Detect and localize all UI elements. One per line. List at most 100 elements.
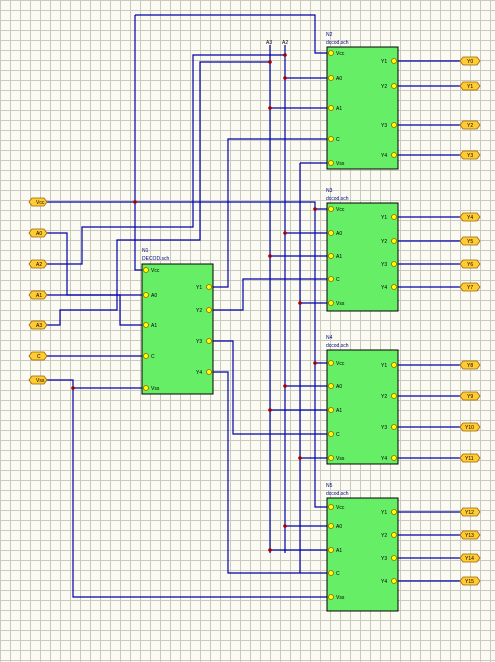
schematic-canvas: A3 A2 Vcc A0 A2 A1 A3 C Vss N1 DECOD.sch…: [28, 14, 481, 612]
output-port[interactable]: Y7: [459, 282, 481, 292]
pin-dot: [391, 362, 397, 368]
output-port[interactable]: Y9: [459, 391, 481, 401]
pin-dot: [206, 338, 212, 344]
pin-dot: [391, 509, 397, 515]
pin-label: Y4: [381, 456, 387, 462]
output-port[interactable]: Y4: [459, 212, 481, 222]
block-n2[interactable]: N2 dccod.sch Vcc A0 A1 C Vss Y1 Y2 Y3 Y4: [326, 32, 399, 170]
pin-dot: [328, 407, 334, 413]
pin-dot: [328, 570, 334, 576]
pin-dot: [391, 214, 397, 220]
input-port-a0[interactable]: A0: [28, 228, 48, 238]
output-port-label: Y9: [467, 394, 473, 400]
output-port-label: Y8: [467, 363, 473, 369]
pin-dot: [391, 555, 397, 561]
pin-dot: [328, 594, 334, 600]
output-port[interactable]: Y8: [459, 360, 481, 370]
junction-dot: [298, 301, 302, 305]
pin-label: A1: [336, 106, 342, 112]
output-port[interactable]: Y14: [459, 553, 481, 563]
pin-label: Vcc: [151, 268, 160, 274]
pin-dot: [328, 431, 334, 437]
pin-label: A1: [336, 548, 342, 554]
pin-dot: [391, 532, 397, 538]
input-port-vss[interactable]: Vss: [28, 375, 48, 385]
block-ref: N4: [326, 335, 333, 341]
output-ports: Y0 Y1 Y2 Y3 Y4 Y5 Y6 Y7 Y8 Y9 Y10 Y11 Y1…: [459, 56, 481, 586]
pin-label: Vcc: [336, 505, 345, 511]
junction-dot: [268, 60, 272, 64]
junction-dot: [268, 548, 272, 552]
pin-dot: [328, 105, 334, 111]
pin-label: Y1: [381, 363, 387, 369]
block-n4[interactable]: N4 dccod.sch Vcc A0 A1 C Vss Y1 Y2 Y3 Y4: [326, 335, 399, 465]
output-port[interactable]: Y11: [459, 453, 481, 463]
block-n3[interactable]: N3 dccod.sch Vcc A0 A1 C Vss Y1 Y2 Y3 Y4: [326, 188, 399, 312]
pin-dot: [328, 136, 334, 142]
output-port[interactable]: Y3: [459, 150, 481, 160]
input-port-a1[interactable]: A1: [28, 290, 48, 300]
pin-label: A0: [336, 384, 342, 390]
output-port[interactable]: Y6: [459, 259, 481, 269]
pin-dot: [328, 504, 334, 510]
pin-dot: [328, 253, 334, 259]
input-port-c[interactable]: C: [28, 351, 48, 361]
junction-dot: [133, 200, 137, 204]
pin-dot: [328, 547, 334, 553]
pin-label: Y4: [196, 370, 202, 376]
block-ref: N2: [326, 32, 333, 38]
output-port-label: Y5: [467, 239, 473, 245]
pin-dot: [391, 58, 397, 64]
pin-dot: [391, 83, 397, 89]
junction-dot: [268, 408, 272, 412]
block-body: [326, 349, 399, 465]
pin-label: Y2: [381, 239, 387, 245]
pin-label: Vss: [151, 386, 160, 392]
input-port-label: A2: [36, 262, 42, 268]
pin-label: Y3: [381, 123, 387, 129]
pin-label: Vss: [336, 595, 345, 601]
output-port[interactable]: Y1: [459, 81, 481, 91]
rail-label-a3: A3: [266, 40, 272, 46]
pin-label: A1: [336, 254, 342, 260]
junction-dot: [283, 231, 287, 235]
wire-vcc-n3: [135, 201, 327, 210]
pin-label: Y2: [381, 394, 387, 400]
output-port[interactable]: Y10: [459, 422, 481, 432]
pin-label: C: [336, 571, 340, 577]
output-port[interactable]: Y2: [459, 120, 481, 130]
pin-dot: [391, 393, 397, 399]
input-port-a3[interactable]: A3: [28, 320, 48, 330]
pin-label: Y4: [381, 579, 387, 585]
output-port[interactable]: Y13: [459, 530, 481, 540]
block-n5[interactable]: N5 dccod.sch Vcc A0 A1 C Vss Y1 Y2 Y3 Y4: [326, 483, 399, 612]
pin-label: C: [336, 137, 340, 143]
output-port-label: Y4: [467, 215, 473, 221]
block-file: dccod.sch: [326, 491, 349, 497]
pin-label: A0: [336, 524, 342, 530]
pin-dot: [391, 424, 397, 430]
output-port-label: Y15: [465, 579, 474, 585]
output-port[interactable]: Y12: [459, 507, 481, 517]
pin-dot: [391, 238, 397, 244]
pin-dot: [143, 353, 149, 359]
pin-dot: [328, 50, 334, 56]
pin-dot: [328, 276, 334, 282]
pin-label: A0: [336, 76, 342, 82]
block-body: [141, 263, 214, 395]
block-n1[interactable]: N1 DECOD.sch Vcc A0 A1 C Vss Y1 Y2 Y3 Y4: [141, 248, 214, 395]
junction-dot: [283, 524, 287, 528]
output-port[interactable]: Y0: [459, 56, 481, 66]
junction-dot: [283, 384, 287, 388]
pin-dot: [391, 122, 397, 128]
block-file: dccod.sch: [326, 343, 349, 349]
input-port-a2[interactable]: A2: [28, 259, 48, 269]
output-port[interactable]: Y15: [459, 576, 481, 586]
pin-label: C: [151, 354, 155, 360]
pin-dot: [391, 455, 397, 461]
input-port-vcc[interactable]: Vcc: [28, 197, 48, 207]
pin-dot: [143, 267, 149, 273]
output-port[interactable]: Y5: [459, 236, 481, 246]
output-port-label: Y1: [467, 84, 473, 90]
pin-label: Y4: [381, 153, 387, 159]
